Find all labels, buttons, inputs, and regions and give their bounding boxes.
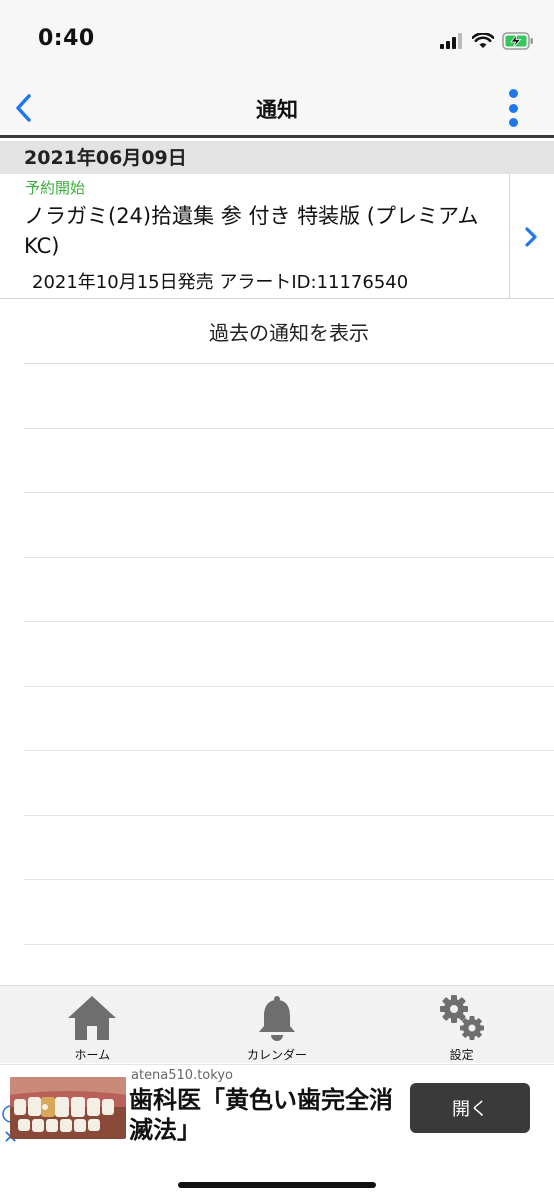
show-past-notifications-button[interactable]: 過去の通知を表示 [24,299,554,364]
ad-open-button[interactable]: 開く [410,1083,530,1133]
row-detail-button[interactable] [520,224,542,250]
section-date-header: 2021年06月09日 [0,141,554,174]
row-divider [509,174,510,299]
empty-list-row [24,880,554,945]
more-dot-icon [508,118,518,127]
chevron-right-icon [525,227,537,247]
empty-list [24,364,554,945]
tab-settings[interactable]: 設定 [369,986,554,1063]
more-options-button[interactable] [506,89,520,127]
ad-image[interactable] [10,1077,126,1139]
navigation-bar: 通知 [0,80,554,138]
empty-list-row [24,816,554,880]
empty-list-row [24,751,554,816]
ad-headline[interactable]: 歯科医「黄色い歯完全消滅法」 [129,1085,399,1145]
status-bar: 0:40 [0,0,554,80]
notification-title: ノラガミ(24)拾遺集 参 付き 特装版 (プレミアムKC) [24,204,479,258]
more-dot-icon [508,103,518,113]
more-dot-icon [508,89,518,98]
page-title: 通知 [256,98,298,122]
tab-calendar[interactable]: カレンダー [185,986,370,1063]
gear-icon [432,992,492,1044]
empty-list-row [24,493,554,558]
home-icon [62,992,122,1044]
signal-icon [440,33,462,49]
empty-list-row [24,558,554,622]
bell-icon [247,992,307,1044]
status-time: 0:40 [38,26,95,51]
empty-list-row [24,622,554,687]
tab-label: カレンダー [247,1048,308,1062]
tab-bar: ホーム カレンダー 設定 [0,985,554,1063]
wifi-icon [472,33,494,48]
empty-list-row [24,687,554,751]
home-indicator-area [0,1150,554,1200]
notification-status: 予約開始 [25,179,86,197]
ad-banner[interactable]: ✕ atena510.tokyo 歯科医「黄色 [0,1064,554,1150]
notification-meta: 2021年10月15日発売 アラートID:11176540 [32,272,409,293]
tab-label: 設定 [449,1048,474,1062]
home-indicator[interactable] [178,1182,376,1188]
tab-home[interactable]: ホーム [0,986,185,1063]
empty-list-row [24,429,554,493]
battery-charging-icon [502,32,533,50]
tab-label: ホーム [74,1048,111,1062]
ad-domain: atena510.tokyo [131,1068,233,1083]
empty-list-row [24,364,554,429]
status-icons [440,30,534,52]
notification-row[interactable]: 予約開始 ノラガミ(24)拾遺集 参 付き 特装版 (プレミアムKC) 2021… [0,174,554,299]
